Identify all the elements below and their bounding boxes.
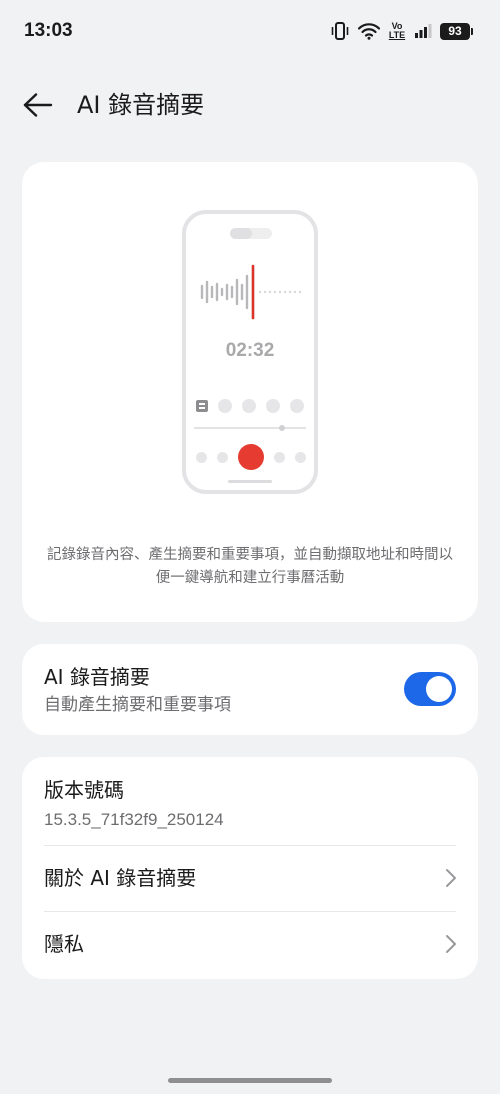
vibrate-icon: [330, 22, 350, 40]
waveform-graphic: [200, 264, 302, 320]
phone-illustration: 02:32: [182, 210, 318, 494]
app-header: AI 錄音摘要: [0, 80, 500, 130]
switch-knob: [426, 676, 452, 702]
placeholder-dot: [295, 451, 306, 463]
status-icons: Vo LTE 93: [330, 20, 473, 42]
privacy-label: 隱私: [44, 932, 84, 956]
phone-bottom-row: [196, 444, 306, 470]
arrow-left-icon: [23, 93, 53, 117]
chevron-right-icon: [446, 935, 456, 953]
record-button-graphic: [238, 444, 264, 470]
chevron-right-icon: [446, 869, 456, 887]
back-button[interactable]: [22, 90, 54, 120]
toggle-subtitle: 自動產生摘要和重要事項: [44, 695, 231, 715]
status-time: 13:03: [24, 20, 73, 41]
placeholder-dot: [196, 451, 207, 463]
volte-icon: Vo LTE: [388, 22, 406, 40]
placeholder-dot: [274, 451, 285, 463]
document-icon: [196, 400, 208, 412]
info-card: 版本號碼 15.3.5_71f32f9_250124 關於 AI 錄音摘要 隱私: [22, 757, 478, 979]
signal-icon: [414, 23, 432, 39]
placeholder-dot: [290, 399, 304, 413]
illustration-card: 02:32 記錄錄音內容、產生摘要和重要事項，並自動擷取地址和時間以便一鍵導航和…: [22, 162, 478, 622]
phone-dynamic-island: [230, 228, 272, 239]
volte-bottom: LTE: [388, 30, 406, 40]
recording-timer: 02:32: [225, 340, 275, 361]
wifi-icon: [358, 22, 380, 40]
placeholder-dot: [218, 399, 232, 413]
placeholder-dot: [242, 399, 256, 413]
battery-level: 93: [448, 24, 462, 38]
battery-icon: 93: [440, 22, 473, 40]
screen: 13:03 Vo LTE 93 AI 錄音摘要 02:32 記錄錄音內容、產生摘…: [0, 0, 500, 1094]
version-label: 版本號碼: [44, 778, 124, 802]
progress-knob: [279, 425, 285, 431]
phone-home-indicator: [228, 480, 272, 483]
ai-summary-toggle-row[interactable]: AI 錄音摘要 自動產生摘要和重要事項: [22, 644, 478, 735]
placeholder-dot: [217, 451, 228, 463]
status-bar: 13:03 Vo LTE 93: [0, 0, 500, 62]
page-title: AI 錄音摘要: [77, 91, 205, 119]
version-value: 15.3.5_71f32f9_250124: [44, 810, 224, 829]
about-row[interactable]: 關於 AI 錄音摘要: [22, 846, 478, 910]
feature-description: 記錄錄音內容、產生摘要和重要事項，並自動擷取地址和時間以便一鍵導航和建立行事曆活…: [47, 547, 453, 586]
privacy-row[interactable]: 隱私: [22, 912, 478, 976]
phone-controls-row: [196, 398, 306, 414]
playback-progress: [194, 425, 306, 431]
about-label: 關於 AI 錄音摘要: [44, 866, 197, 890]
toggle-title: AI 錄音摘要: [44, 665, 150, 689]
placeholder-dot: [266, 399, 280, 413]
ai-summary-switch[interactable]: [404, 672, 456, 706]
gesture-navigation-bar[interactable]: [168, 1078, 332, 1083]
